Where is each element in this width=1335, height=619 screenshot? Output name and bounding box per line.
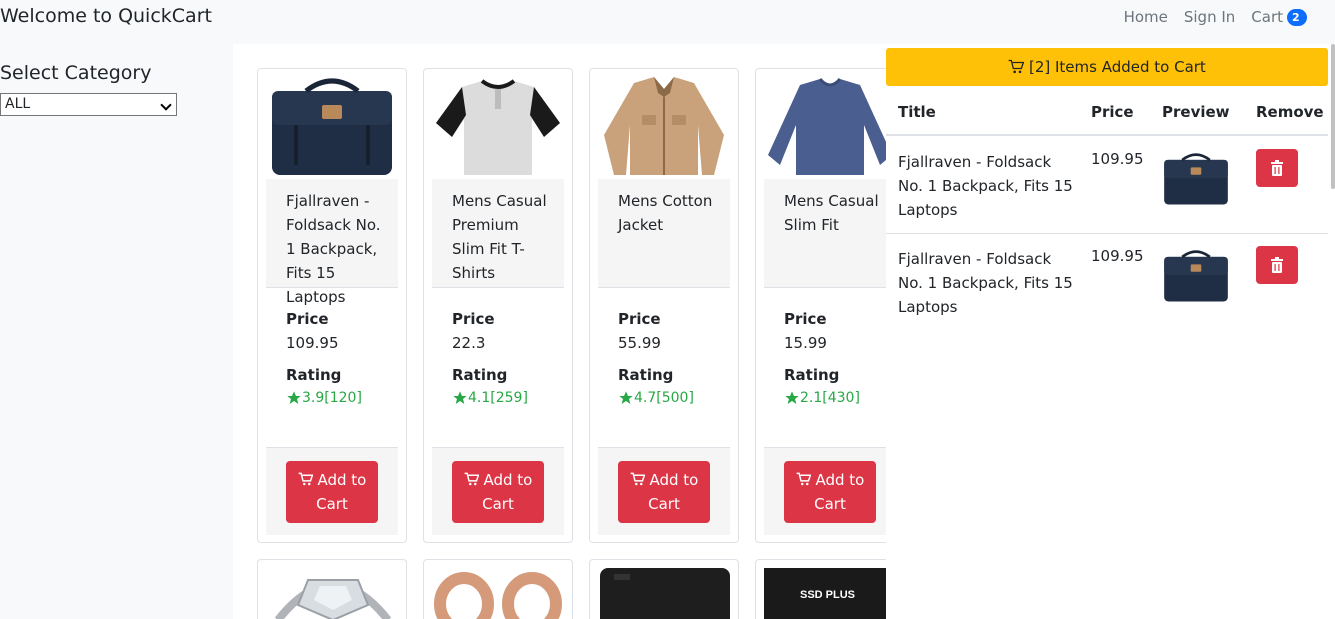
cart-item-title: Fjallraven - Foldsack No. 1 Backpack, Fi… — [898, 153, 1073, 219]
remove-item-button[interactable] — [1256, 246, 1298, 284]
cart-item-preview — [1160, 243, 1232, 309]
price-value: 15.99 — [784, 334, 827, 352]
nav-cart-label: Cart — [1251, 8, 1283, 26]
category-selected-value: ALL — [5, 96, 31, 112]
rating-value: 3.9[120] — [286, 390, 362, 406]
price-value: 22.3 — [452, 334, 486, 352]
product-title: Mens Casual Slim Fit — [784, 192, 879, 234]
add-to-cart-label: Add to Cart — [482, 471, 533, 513]
rating-value: 2.1[430] — [784, 390, 860, 406]
rating-text: 2.1[430] — [800, 390, 860, 406]
cart-scrollbar[interactable] — [1331, 44, 1335, 189]
trash-icon — [1271, 257, 1283, 273]
product-image-jacket — [598, 75, 730, 179]
nav-links: Home Sign In Cart 2 — [1124, 8, 1307, 26]
nav-cart-link[interactable]: Cart 2 — [1251, 8, 1307, 26]
product-image-ssd: SSD PLUS — [764, 568, 886, 619]
price-label: Price — [452, 310, 495, 328]
rating-label: Rating — [618, 366, 674, 384]
product-card — [257, 559, 407, 619]
product-card — [423, 559, 573, 619]
rating-value: 4.1[259] — [452, 390, 528, 406]
divider — [764, 287, 886, 288]
navbar: Welcome to QuickCart Home Sign In Cart 2 — [0, 0, 1335, 44]
column-header-title: Title — [898, 103, 936, 121]
product-image-tshirt — [432, 75, 564, 179]
trash-icon — [1271, 160, 1283, 176]
product-image-ring — [274, 579, 392, 619]
cart-item-preview — [1160, 146, 1232, 212]
nav-home-link[interactable]: Home — [1124, 8, 1168, 26]
price-label: Price — [618, 310, 661, 328]
cart-icon — [1008, 59, 1025, 74]
product-title: Mens Cotton Jacket — [618, 192, 713, 234]
cart-item-title: Fjallraven - Foldsack No. 1 Backpack, Fi… — [898, 250, 1073, 316]
ssd-label: SSD PLUS — [800, 589, 855, 601]
product-grid: Fjallraven - Foldsack No. 1 Backpack, Fi… — [233, 44, 886, 619]
remove-item-button[interactable] — [1256, 149, 1298, 187]
cart-item-price: 109.95 — [1091, 150, 1144, 168]
cart-count-badge: 2 — [1287, 8, 1307, 26]
cart-item-price: 109.95 — [1091, 247, 1144, 265]
divider — [432, 287, 564, 288]
cart-header: [2] Items Added to Cart — [886, 48, 1328, 86]
star-icon — [453, 391, 467, 404]
category-select[interactable]: ALL — [0, 93, 177, 116]
product-image-gold-rings — [434, 572, 562, 619]
cart-icon — [298, 472, 314, 486]
rating-label: Rating — [452, 366, 508, 384]
price-label: Price — [784, 310, 827, 328]
row-divider — [886, 233, 1328, 234]
rating-label: Rating — [784, 366, 840, 384]
add-to-cart-button[interactable]: Add to Cart — [618, 461, 710, 523]
sidebar: Select Category ALL — [0, 44, 233, 619]
cart-icon — [796, 472, 812, 486]
divider — [598, 287, 730, 288]
column-header-preview: Preview — [1162, 103, 1230, 121]
product-card: SSD PLUS — [755, 559, 886, 619]
rating-text: 3.9[120] — [302, 390, 362, 406]
product-title: Mens Casual Premium Slim Fit T-Shirts — [452, 192, 547, 282]
product-title: Fjallraven - Foldsack No. 1 Backpack, Fi… — [286, 192, 381, 306]
price-value: 55.99 — [618, 334, 661, 352]
add-to-cart-label: Add to Cart — [316, 471, 367, 513]
product-card: Mens Cotton Jacket Price 55.99 Rating 4.… — [589, 68, 739, 543]
product-card: Mens Casual Premium Slim Fit T-Shirts Pr… — [423, 68, 573, 543]
product-image-longsleeve — [764, 75, 886, 179]
divider — [266, 287, 398, 288]
card-footer: Add to Cart — [432, 447, 564, 535]
product-card: Fjallraven - Foldsack No. 1 Backpack, Fi… — [257, 68, 407, 543]
rating-label: Rating — [286, 366, 342, 384]
cart-header-text: [2] Items Added to Cart — [1028, 58, 1206, 76]
rating-text: 4.1[259] — [468, 390, 528, 406]
price-value: 109.95 — [286, 334, 339, 352]
cart-icon — [464, 472, 480, 486]
card-footer: Add to Cart — [266, 447, 398, 535]
add-to-cart-label: Add to Cart — [814, 471, 865, 513]
card-footer: Add to Cart — [764, 447, 886, 535]
brand-title[interactable]: Welcome to QuickCart — [0, 5, 212, 27]
category-title: Select Category — [0, 62, 152, 84]
cart-panel: [2] Items Added to Cart Title Price Prev… — [886, 44, 1335, 619]
star-icon — [287, 391, 301, 404]
header-divider — [886, 134, 1328, 136]
price-label: Price — [286, 310, 329, 328]
product-card — [589, 559, 739, 619]
add-to-cart-button[interactable]: Add to Cart — [784, 461, 876, 523]
add-to-cart-button[interactable]: Add to Cart — [452, 461, 544, 523]
add-to-cart-button[interactable]: Add to Cart — [286, 461, 378, 523]
star-icon — [619, 391, 633, 404]
product-image-hard-drive — [600, 568, 730, 619]
rating-value: 4.7[500] — [618, 390, 694, 406]
column-header-price: Price — [1091, 103, 1134, 121]
card-footer: Add to Cart — [598, 447, 730, 535]
column-header-remove: Remove — [1256, 103, 1324, 121]
star-icon — [785, 391, 799, 404]
product-card: Mens Casual Slim Fit Price 15.99 Rating … — [755, 68, 886, 543]
product-image-backpack — [266, 75, 398, 179]
cart-icon — [630, 472, 646, 486]
nav-sign-in-link[interactable]: Sign In — [1184, 8, 1235, 26]
add-to-cart-label: Add to Cart — [648, 471, 699, 513]
rating-text: 4.7[500] — [634, 390, 694, 406]
